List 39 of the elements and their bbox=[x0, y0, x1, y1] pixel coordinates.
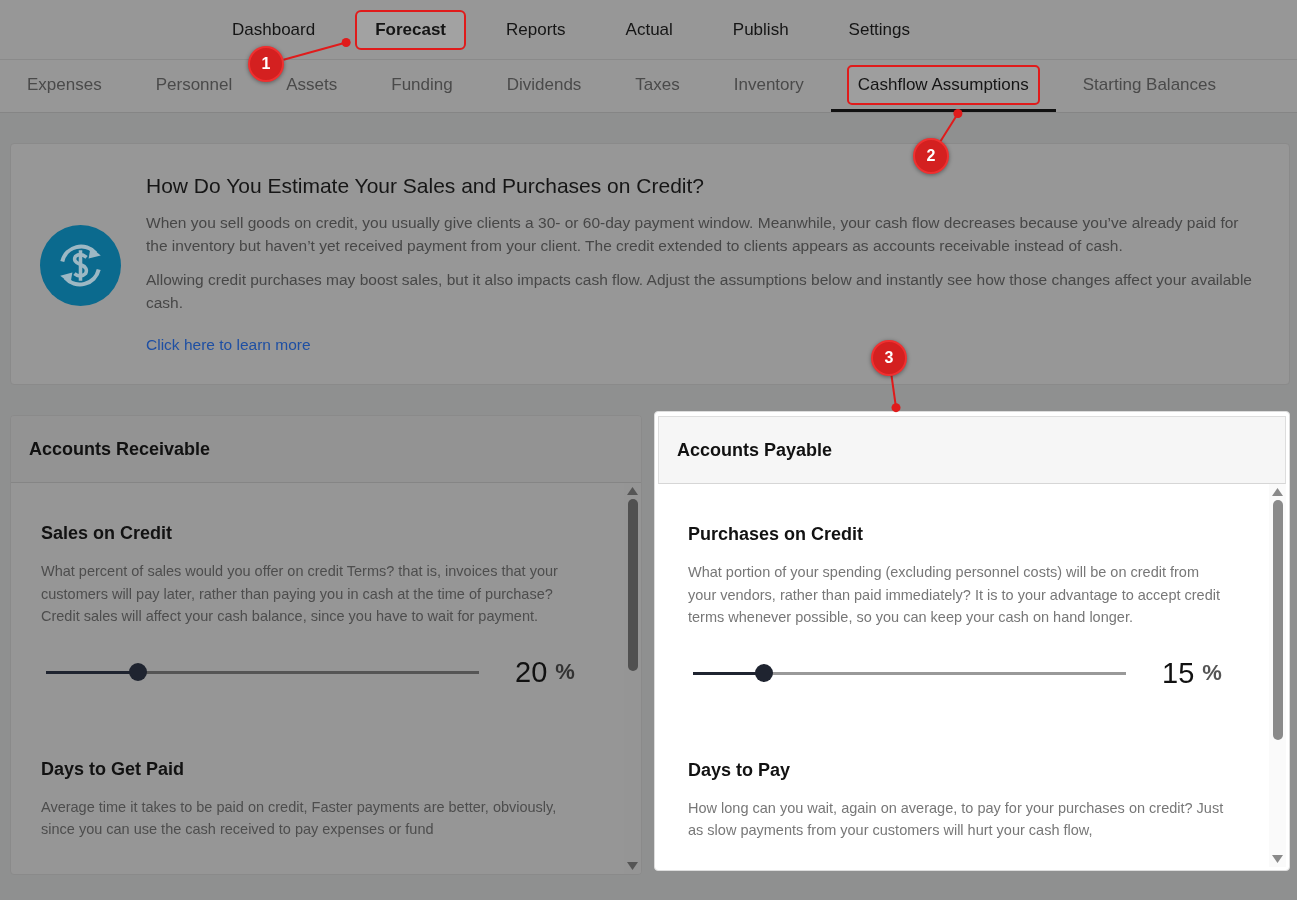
slider-thumb[interactable] bbox=[129, 663, 147, 681]
scrollbar[interactable] bbox=[1269, 484, 1286, 867]
section-title: Sales on Credit bbox=[41, 523, 174, 544]
learn-more-link[interactable]: Click here to learn more bbox=[146, 336, 311, 354]
section-title: Days to Get Paid bbox=[41, 758, 186, 780]
sub-tab[interactable]: Taxes bbox=[608, 60, 707, 112]
scroll-up-icon[interactable] bbox=[1272, 488, 1283, 496]
nav-tab[interactable]: Publish bbox=[712, 9, 809, 50]
sub-tab[interactable]: Starting Balances bbox=[1055, 60, 1243, 112]
sub-tab[interactable]: Inventory bbox=[706, 60, 831, 112]
section-description: How long can you wait, again on average, to pay for your purchases on credit? Just as slow payments from your customers will hurt your cash flow, bbox=[688, 798, 1225, 840]
section-description: Average time it takes to be paid on credit, Faster payments are better, obviously, since you can use the cash received to pay expenses or fund bbox=[41, 797, 558, 839]
nav-tab[interactable]: Actual bbox=[605, 9, 693, 50]
slider-value: 20 bbox=[515, 655, 548, 689]
nav-tab[interactable]: Forecast bbox=[355, 9, 467, 50]
sub-tab[interactable]: Dividends bbox=[479, 60, 609, 112]
nav-tab[interactable]: Reports bbox=[486, 9, 586, 50]
section-title: Purchases on Credit bbox=[688, 524, 865, 545]
panel-title: Accounts Payable bbox=[677, 439, 833, 461]
slider-track[interactable] bbox=[46, 663, 479, 681]
sub-tab[interactable]: Funding bbox=[364, 60, 480, 112]
info-paragraph: When you sell goods on credit, you usually give clients a 30- or 60-day payment window. Meanwhile, your cash flow decreases because you’ve already paid for the inventory but haven’t yet received payment from your client. The credit extended to clients appears as accounts receivable instead of cash. bbox=[146, 213, 1240, 256]
slider-thumb[interactable] bbox=[755, 664, 774, 682]
percent-unit: % bbox=[1202, 660, 1222, 686]
nav-tab[interactable]: Settings bbox=[828, 9, 931, 50]
scroll-up-icon[interactable] bbox=[627, 487, 638, 495]
info-title: How Do You Estimate Your Sales and Purchases on Credit? bbox=[146, 174, 705, 198]
percent-unit: % bbox=[555, 659, 575, 685]
section-description: What percent of sales would you offer on credit Terms? that is, invoices that your customers will pay later, rather than paying you in cash at the time of purchase? Credit sales will affect your cash balance, since you have to wait for payment. bbox=[41, 562, 559, 626]
slider-value: 15 bbox=[1162, 656, 1195, 690]
dollar-refresh-icon bbox=[40, 225, 121, 306]
sub-tab[interactable]: Expenses bbox=[0, 60, 129, 112]
section-description: What portion of your spending (excluding personnel costs) will be on credit from your vendors, rather than paid immediately? It is to your advantage to accept credit terms whenever possible, so you can keep your cash on hand longer. bbox=[688, 563, 1221, 627]
scroll-down-icon[interactable] bbox=[1272, 855, 1283, 863]
scroll-down-icon[interactable] bbox=[627, 862, 638, 870]
section-title: Days to Pay bbox=[688, 759, 792, 781]
panel-title: Accounts Receivable bbox=[29, 438, 211, 460]
info-paragraph: Allowing credit purchases may boost sales, but it also impacts cash flow. Adjust the assumptions below and instantly see how those changes affect your available cash. bbox=[146, 270, 1253, 313]
slider-track[interactable] bbox=[693, 664, 1126, 682]
